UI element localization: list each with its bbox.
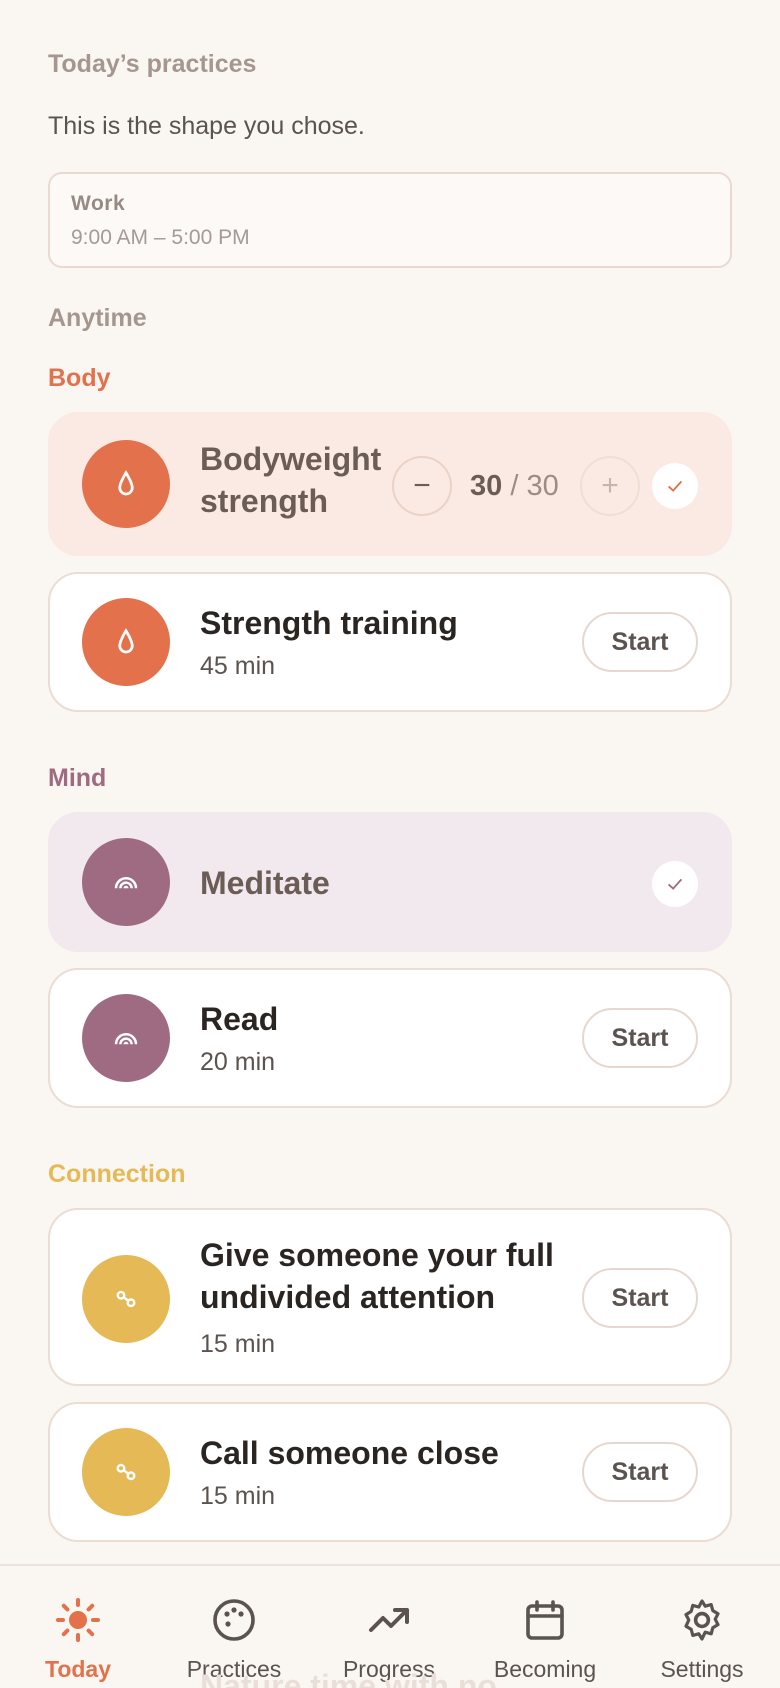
start-button[interactable]: Start (582, 1442, 698, 1502)
completed-check-icon[interactable] (652, 861, 698, 907)
mind-category-icon (82, 838, 170, 926)
tab-today[interactable]: Today (3, 1566, 153, 1688)
practice-duration: 15 min (200, 1482, 276, 1510)
page-subtitle: This is the shape you chose. (48, 112, 365, 140)
practice-title: Call someone close (200, 1435, 499, 1471)
body-category-icon (82, 598, 170, 686)
start-button[interactable]: Start (582, 1268, 698, 1328)
connection-category-icon (82, 1255, 170, 1343)
work-block[interactable]: Work 9:00 AM – 5:00 PM (48, 172, 732, 268)
group-label-connection: Connection (48, 1160, 186, 1188)
count-display: 30 / 30 (470, 470, 559, 502)
palette-icon (213, 1599, 255, 1641)
tab-settings[interactable]: Settings (627, 1566, 777, 1688)
drop-icon (118, 628, 134, 654)
anytime-heading: Anytime (48, 304, 147, 332)
practice-title: Strength training (200, 605, 458, 641)
trend-up-icon (369, 1608, 409, 1632)
rainbow-icon (114, 877, 138, 889)
mind-category-icon (82, 994, 170, 1082)
sun-icon (56, 1598, 100, 1642)
rainbow-icon (114, 1033, 138, 1045)
link-icon (116, 1290, 136, 1308)
work-time: 9:00 AM – 5:00 PM (71, 226, 250, 249)
page-title: Today’s practices (48, 50, 257, 78)
completed-check-icon[interactable] (652, 463, 698, 509)
practice-title: Bodyweight strength (200, 441, 382, 519)
practice-card-read[interactable]: Read 20 min Start (48, 968, 732, 1108)
scrolled-content-peek: Nature time with no (200, 1668, 497, 1688)
gear-icon (684, 1599, 720, 1641)
start-button[interactable]: Start (582, 1008, 698, 1068)
group-label-body: Body (48, 364, 111, 392)
drop-icon (118, 470, 134, 496)
body-category-icon (82, 440, 170, 528)
practice-title: Read (200, 1001, 279, 1037)
practice-title: Meditate (200, 865, 330, 901)
calendar-icon (526, 1600, 564, 1640)
decrement-button[interactable]: − (392, 456, 452, 516)
practice-duration: 15 min (200, 1330, 276, 1358)
practice-duration: 45 min (200, 652, 276, 680)
practice-card-full-attention[interactable]: Give someone your full undivided attenti… (48, 1208, 732, 1386)
link-icon (116, 1463, 136, 1481)
practice-card-call-someone[interactable]: Call someone close 15 min Start (48, 1402, 732, 1542)
work-label: Work (71, 192, 126, 215)
practice-card-meditate[interactable]: Meditate (48, 812, 732, 952)
bottom-tab-bar: Today Practices Progress Becoming Settin… (0, 1564, 780, 1688)
practice-title: Give someone your full undivided attenti… (200, 1237, 554, 1315)
practice-duration: 20 min (200, 1048, 276, 1076)
practice-card-strength-training[interactable]: Strength training 45 min Start (48, 572, 732, 712)
group-label-mind: Mind (48, 764, 107, 792)
start-button[interactable]: Start (582, 612, 698, 672)
increment-button[interactable]: + (580, 456, 640, 516)
practice-card-bodyweight-strength[interactable]: Bodyweight strength − 30 / 30 + (48, 412, 732, 556)
connection-category-icon (82, 1428, 170, 1516)
